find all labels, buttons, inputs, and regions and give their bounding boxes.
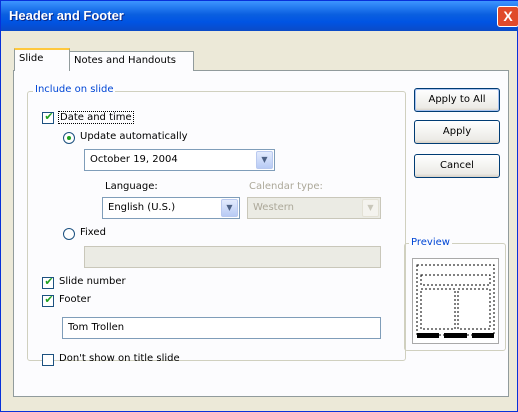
apply-to-all-button[interactable]: Apply to All [414, 88, 500, 112]
date-time-label[interactable]: Date and time [58, 111, 134, 124]
language-dropdown-button[interactable]: ▼ [221, 199, 238, 217]
dont-show-on-title-checkbox[interactable] [42, 354, 54, 366]
language-label: Language: [105, 181, 158, 192]
update-automatically-label[interactable]: Update automatically [80, 131, 188, 142]
date-format-dropdown-button[interactable]: ▼ [256, 151, 273, 169]
slide-preview [412, 258, 499, 344]
calendar-type-label: Calendar type: [249, 181, 323, 192]
date-format-select[interactable]: October 19, 2004 [84, 149, 275, 171]
footer-text-input[interactable]: Tom Trollen [62, 317, 381, 339]
tab-slide-label: Slide [19, 53, 44, 64]
header-footer-dialog: Header and Footer X Include on slide ✔ D… [0, 0, 518, 412]
close-icon: X [503, 8, 513, 24]
chevron-down-icon: ▼ [367, 203, 374, 212]
chevron-down-icon: ▼ [226, 203, 233, 212]
slide-number-label[interactable]: Slide number [59, 276, 126, 287]
window-title: Header and Footer [9, 8, 124, 23]
cancel-button[interactable]: Cancel [414, 154, 500, 178]
apply-button[interactable]: Apply [414, 120, 500, 144]
calendar-type-select[interactable]: Western [247, 197, 381, 219]
title-bar[interactable]: Header and Footer X [1, 1, 518, 31]
include-on-slide-legend: Include on slide [33, 84, 116, 95]
footer-label[interactable]: Footer [59, 294, 91, 305]
close-button[interactable]: X [497, 6, 518, 27]
slide-layout-preview-graphic [416, 264, 495, 338]
tab-notes-handouts[interactable]: Notes and Handouts [69, 51, 194, 71]
fixed-date-input[interactable] [84, 246, 381, 268]
tab-notes-handouts-label: Notes and Handouts [74, 55, 176, 66]
check-icon: ✔ [44, 110, 54, 123]
preview-legend: Preview [409, 237, 452, 248]
chevron-down-icon: ▼ [261, 155, 268, 164]
apply-to-all-label: Apply to All [428, 94, 486, 105]
slide-number-checkbox[interactable]: ✔ [42, 275, 54, 289]
apply-label: Apply [442, 126, 472, 137]
cancel-label: Cancel [440, 160, 474, 171]
calendar-dropdown-button[interactable]: ▼ [362, 199, 379, 217]
footer-checkbox[interactable]: ✔ [42, 293, 54, 307]
check-icon: ✔ [44, 275, 54, 288]
dont-show-on-title-label[interactable]: Don't show on title slide [59, 353, 180, 364]
fixed-radio[interactable] [63, 228, 75, 240]
radio-selected-dot [67, 136, 71, 140]
update-automatically-radio[interactable] [63, 132, 75, 144]
tab-slide[interactable]: Slide [14, 48, 70, 71]
check-icon: ✔ [44, 293, 54, 306]
language-select[interactable]: English (U.S.) [102, 197, 240, 219]
fixed-label[interactable]: Fixed [80, 227, 106, 238]
date-time-checkbox[interactable]: ✔ [42, 110, 54, 124]
